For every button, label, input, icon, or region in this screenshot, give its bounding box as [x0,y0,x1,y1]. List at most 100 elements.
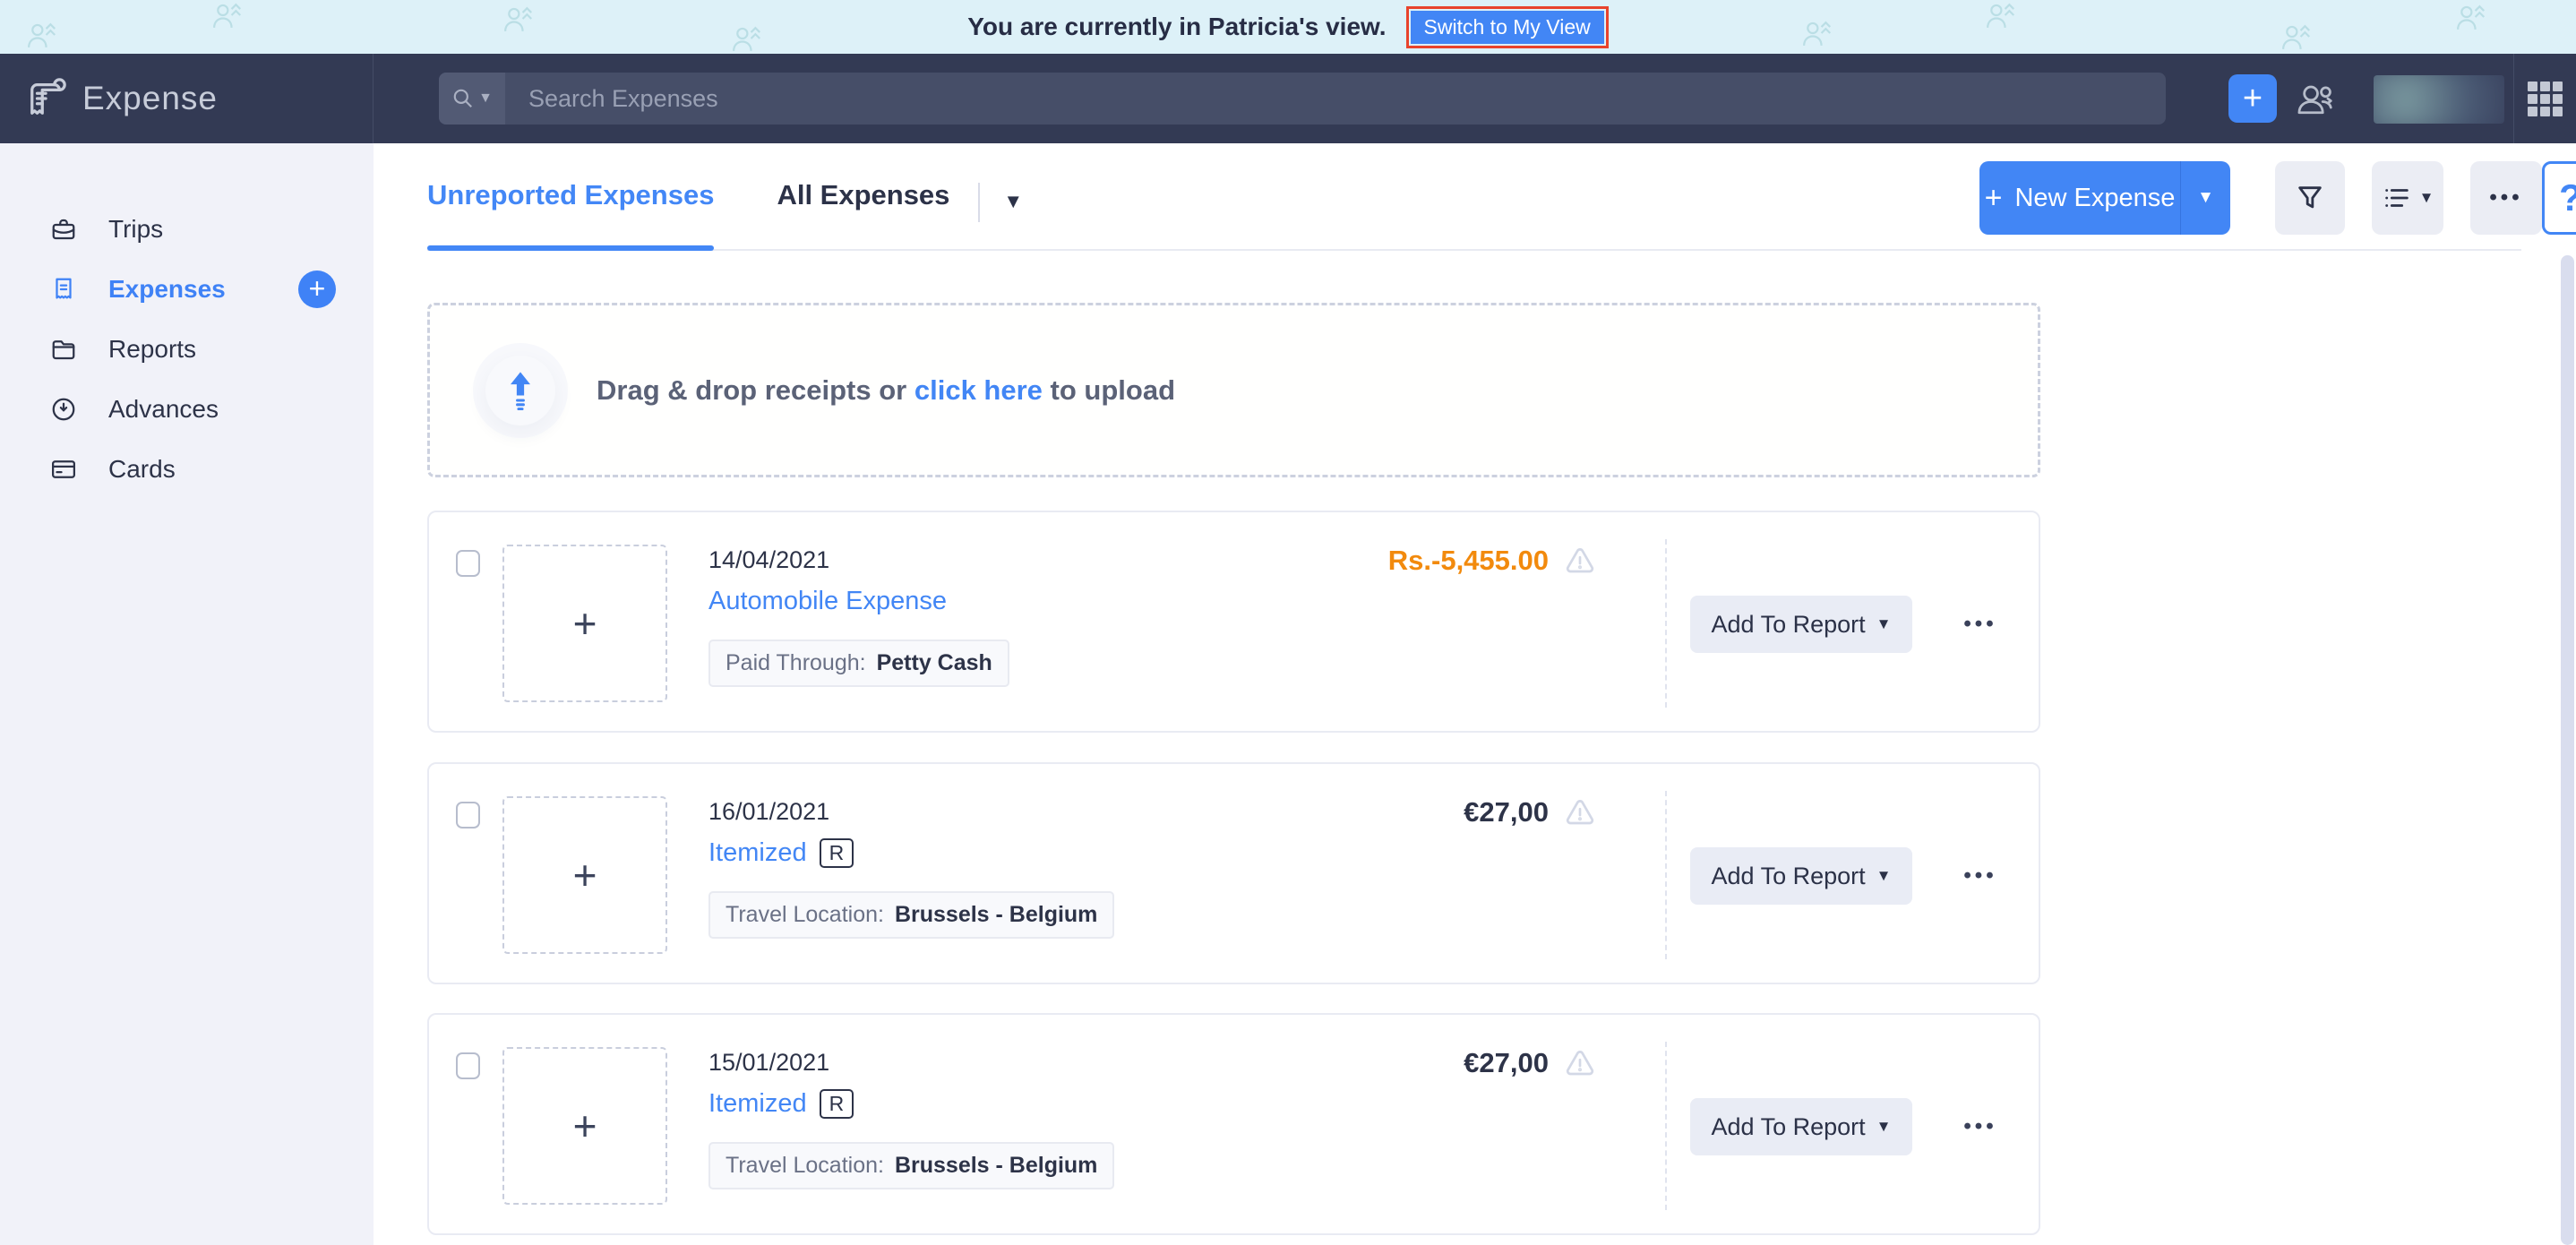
add-to-report-button[interactable]: Add To Report ▼ [1690,847,1912,905]
switch-user-icon[interactable] [2295,79,2336,120]
tag-value: Brussels - Belgium [895,902,1097,928]
help-button[interactable]: ? [2542,161,2576,235]
search-caret-icon: ▼ [478,90,493,107]
add-to-report-label: Add To Report [1712,1113,1866,1141]
briefcase-icon [50,216,77,243]
app-header: Expense ▼ + [0,54,2576,143]
add-to-report-button[interactable]: Add To Report ▼ [1690,1098,1912,1155]
dropzone-text-suffix: to upload [1051,374,1175,406]
expense-tag: Travel Location: Brussels - Belgium [708,1142,1114,1189]
credit-card-icon [50,456,77,483]
caret-down-icon: ▼ [1876,1118,1892,1136]
tag-label: Paid Through: [726,650,866,676]
row-checkbox[interactable] [456,802,480,829]
dropzone-text-prefix: Drag & drop receipts or [597,374,906,406]
new-expense-split-button: + New Expense ▼ [1979,161,2230,235]
scrollbar[interactable] [2561,255,2574,1245]
warning-triangle-icon [1563,1047,1597,1079]
user-account-blurred[interactable] [2374,75,2504,124]
sidebar-item-label: Cards [108,455,176,484]
app-logo[interactable]: Expense [0,54,374,143]
expense-row: + 14/04/2021 Automobile Expense Paid Thr… [427,511,2040,733]
tab-divider [978,183,980,222]
row-divider [1665,1042,1667,1210]
filter-button[interactable] [2275,161,2345,235]
main-content: Unreported Expenses All Expenses ▼ + New… [374,143,2576,1245]
tab-all-expenses[interactable]: All Expenses [777,179,949,249]
switch-to-my-view-button[interactable]: Switch to My View [1411,11,1604,44]
add-receipt-box[interactable]: + [502,796,667,954]
upload-arrow-icon [505,371,536,410]
sidebar-item-label: Reports [108,335,196,364]
row-checkbox[interactable] [456,1052,480,1079]
impersonation-banner: You are currently in Patricia's view. Sw… [0,0,2576,54]
app-name: Expense [82,80,218,117]
expense-tag: Paid Through: Petty Cash [708,640,1009,687]
expense-title-link[interactable]: Automobile Expense [708,587,947,616]
amount-block: Rs.-5,455.00 [1235,545,1597,577]
reimbursable-badge: R [820,838,854,868]
add-expense-icon[interactable]: + [298,270,336,308]
tab-unreported-expenses[interactable]: Unreported Expenses [427,179,714,249]
row-divider [1665,539,1667,708]
plus-icon: + [573,851,597,899]
dropzone-text: Drag & drop receipts or click here to up… [597,374,1175,407]
add-receipt-box[interactable]: + [502,1047,667,1205]
search-input[interactable] [505,73,2166,124]
sidebar-item-advances[interactable]: Advances [0,379,374,439]
search-bar: ▼ [439,73,2166,124]
amount-block: €27,00 [1235,796,1597,829]
add-to-report-button[interactable]: Add To Report ▼ [1690,596,1912,653]
plus-icon: + [573,599,597,648]
expense-tag: Travel Location: Brussels - Belgium [708,891,1114,939]
plus-icon: + [1985,181,2003,216]
sidebar-item-label: Advances [108,395,219,424]
sidebar-item-expenses[interactable]: Expenses + [0,259,374,319]
new-expense-button[interactable]: + New Expense [1979,161,2180,235]
row-more-button[interactable]: ••• [1945,596,2016,653]
quick-add-button[interactable]: + [2228,74,2277,123]
expense-row: + 15/01/2021 Itemized R Travel Location:… [427,1013,2040,1235]
add-receipt-box[interactable]: + [502,545,667,702]
header-divider [2513,54,2514,143]
caret-down-icon: ▼ [1876,867,1892,885]
sidebar-item-trips[interactable]: Trips [0,199,374,259]
expense-date: 16/01/2021 [708,798,829,826]
expense-date: 15/01/2021 [708,1049,829,1077]
upload-circle [485,356,555,425]
caret-down-icon: ▼ [1876,615,1892,633]
expense-row: + 16/01/2021 Itemized R Travel Location:… [427,762,2040,984]
row-divider [1665,791,1667,959]
expense-details: 14/04/2021 Automobile Expense Paid Throu… [708,546,1009,687]
banner-message: You are currently in Patricia's view. [967,13,1386,41]
expense-title-link[interactable]: Itemized [708,1089,807,1119]
sidebar-item-reports[interactable]: Reports [0,319,374,379]
add-to-report-label: Add To Report [1712,611,1866,639]
tag-label: Travel Location: [726,902,884,928]
receipt-dropzone[interactable]: Drag & drop receipts or click here to up… [427,303,2040,477]
tab-dropdown-icon[interactable]: ▼ [1003,190,1023,213]
search-scope-dropdown[interactable]: ▼ [439,73,505,124]
apps-grid-icon[interactable] [2528,82,2563,116]
row-checkbox[interactable] [456,550,480,577]
switch-to-my-view-highlight: Switch to My View [1406,6,1609,48]
list-icon [2382,183,2412,213]
expense-details: 15/01/2021 Itemized R Travel Location: B… [708,1049,1114,1189]
plus-icon: + [573,1102,597,1150]
new-expense-label: New Expense [2014,184,2175,213]
sidebar-item-cards[interactable]: Cards [0,439,374,499]
row-more-button[interactable]: ••• [1945,1098,2016,1155]
upload-click-here-link[interactable]: click here [914,374,1043,406]
clock-icon [50,396,77,423]
amount-block: €27,00 [1235,1047,1597,1079]
funnel-icon [2295,183,2325,213]
expense-title-link[interactable]: Itemized [708,838,807,868]
search-icon [451,87,475,110]
new-expense-dropdown[interactable]: ▼ [2180,161,2230,235]
view-options-button[interactable]: ▼ [2372,161,2443,235]
view-caret-icon: ▼ [2419,189,2434,207]
receipt-icon [50,276,77,303]
row-more-button[interactable]: ••• [1945,847,2016,905]
more-actions-button[interactable]: ••• [2470,161,2542,235]
receipt-logo-icon [27,78,68,119]
